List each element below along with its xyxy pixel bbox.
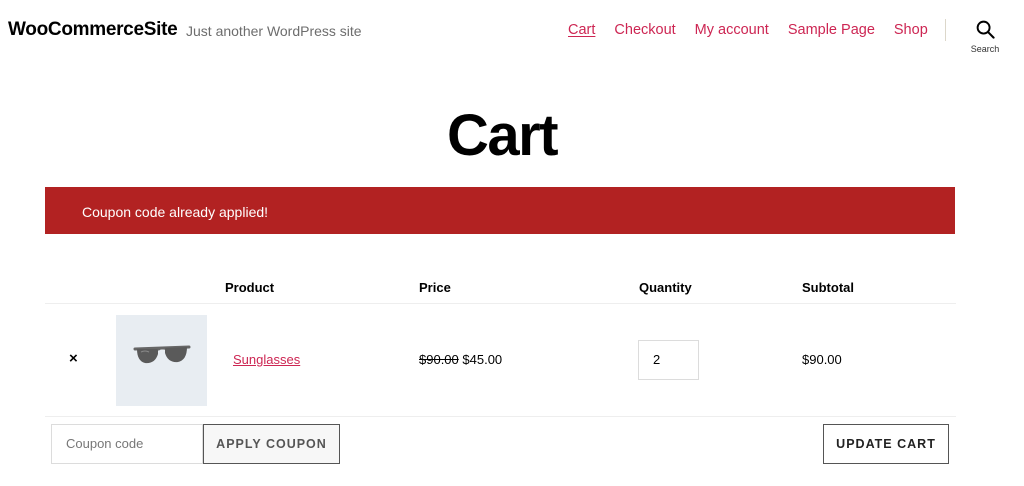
apply-coupon-button[interactable]: APPLY COUPON [203,424,340,464]
site-header: WooCommerceSite Just another WordPress s… [0,0,1024,62]
nav-cart[interactable]: Cart [568,22,595,38]
site-title[interactable]: WooCommerceSite [8,19,178,41]
product-thumbnail[interactable] [116,315,207,406]
row-subtotal: $90.00 [802,352,842,367]
page-title: Cart [446,103,559,168]
nav-my-account[interactable]: My account [695,22,769,38]
update-cart-button[interactable]: UPDATE CART [823,424,949,464]
header-subtotal: Subtotal [802,280,854,295]
coupon-code-input[interactable]: Coupon code [51,424,203,464]
nav-sample-page[interactable]: Sample Page [788,22,875,38]
header-product: Product [225,280,275,295]
sunglasses-icon [133,345,191,364]
primary-nav: Cart Checkout My account Sample Page Sho… [568,22,928,38]
nav-checkout[interactable]: Checkout [614,22,675,38]
error-notice: Coupon code already applied! [45,187,955,234]
header-price: Price [419,280,451,295]
price-original: $90.00 [419,352,459,367]
price-sale: $45.00 [462,352,503,367]
header-quantity: Quantity [639,280,692,295]
search-label: Search [970,44,1000,54]
remove-item-button[interactable]: × [69,350,78,367]
nav-shop[interactable]: Shop [894,22,928,38]
site-description: Just another WordPress site [186,23,362,39]
error-notice-text: Coupon code already applied! [82,204,269,220]
product-link[interactable]: Sunglasses [233,352,300,367]
quantity-input[interactable]: 2 [638,340,699,380]
header-divider [945,19,946,41]
search-toggle-button[interactable]: Search [964,20,1006,58]
table-row: × Sunglasses $90.00 $45.00 2 $90.00 [45,304,956,417]
table-header: Product Price Quantity Subtotal [45,268,956,304]
product-price: $90.00 $45.00 [419,352,502,367]
cart-table: Product Price Quantity Subtotal × Sungla… [45,268,956,417]
search-icon [976,20,995,39]
